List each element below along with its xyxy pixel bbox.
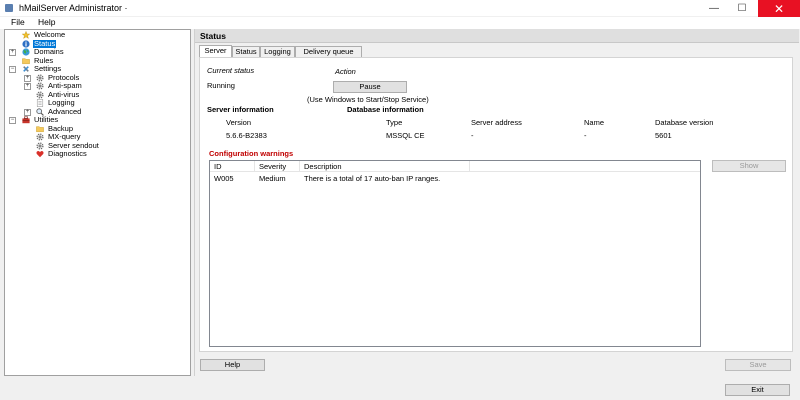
gear-icon xyxy=(36,82,44,90)
configuration-warnings-heading: Configuration warnings xyxy=(209,149,294,158)
title-bar: hMailServer Administrator · — ☐ ✕ xyxy=(0,0,800,17)
document-icon xyxy=(36,99,44,108)
gear-icon xyxy=(36,91,44,99)
folder-icon xyxy=(22,58,30,64)
server-address-label: Server address xyxy=(471,118,522,127)
server-address-value: - xyxy=(471,131,474,140)
expand-domains-toggle[interactable]: + xyxy=(9,49,16,56)
expand-antispam-toggle[interactable]: + xyxy=(24,83,31,90)
tab-logging[interactable]: Logging xyxy=(260,46,295,57)
minimize-button[interactable]: — xyxy=(700,0,728,17)
gear-icon xyxy=(36,133,44,141)
menu-file[interactable]: File xyxy=(11,17,25,27)
gear-icon xyxy=(36,142,44,150)
db-name-value: - xyxy=(584,131,587,140)
toolbox-icon xyxy=(22,116,30,124)
tools-icon xyxy=(23,66,29,73)
version-value: 5.6.6-B2383 xyxy=(226,131,267,140)
expand-protocols-toggle[interactable]: + xyxy=(24,74,31,82)
service-status-value: Running xyxy=(207,81,235,90)
current-status-label: Current status xyxy=(207,66,255,75)
tab-delivery-queue[interactable]: Delivery queue xyxy=(295,46,362,57)
collapse-settings-toggle[interactable]: − xyxy=(9,66,16,73)
folder-icon xyxy=(36,126,44,132)
exit-button[interactable]: Exit xyxy=(725,384,790,396)
help-button[interactable]: Help xyxy=(200,359,265,371)
navigation-tree: Welcome Status + Domains Rules − Setting… xyxy=(4,29,191,376)
db-version-value: 5601 xyxy=(655,131,672,140)
db-type-label: Type xyxy=(386,118,403,127)
window-title: hMailServer Administrator · xyxy=(19,3,128,13)
star-icon xyxy=(22,31,30,40)
warnings-list-header: ID Severity Description xyxy=(210,161,700,172)
db-type-value: MSSQL CE xyxy=(386,131,425,140)
collapse-utilities-toggle[interactable]: − xyxy=(9,117,16,124)
column-header-severity[interactable]: Severity xyxy=(255,161,300,172)
show-button[interactable]: Show xyxy=(712,160,786,172)
menu-bar: File Help xyxy=(0,17,800,29)
db-name-label: Name xyxy=(584,118,605,127)
version-label: Version xyxy=(226,118,252,127)
tree-label: Diagnostics xyxy=(48,149,87,158)
content-header: Status xyxy=(195,29,799,43)
pause-button[interactable]: Pause xyxy=(333,81,407,93)
warning-severity-cell: Medium xyxy=(259,174,286,183)
column-header-id[interactable]: ID xyxy=(210,161,255,172)
db-version-label: Database version xyxy=(655,118,714,127)
app-icon xyxy=(5,4,13,12)
tree-item-diagnostics[interactable]: Diagnostics xyxy=(36,149,88,159)
globe-icon xyxy=(22,48,30,56)
maximize-button[interactable]: ☐ xyxy=(728,0,756,17)
save-button[interactable]: Save xyxy=(725,359,791,371)
column-header-description[interactable]: Description xyxy=(300,161,470,172)
warning-description-cell: There is a total of 17 auto-ban IP range… xyxy=(304,174,441,183)
service-hint: (Use Windows to Start/Stop Service) xyxy=(307,95,429,104)
gear-icon xyxy=(36,74,44,82)
heart-icon xyxy=(36,151,44,158)
page-title: Status xyxy=(200,31,226,41)
database-information-heading: Database information xyxy=(347,105,424,114)
tab-status[interactable]: Status xyxy=(232,46,260,57)
warning-id-cell: W005 xyxy=(214,174,234,183)
content-panel: Status Server Status Logging Delivery qu… xyxy=(194,29,799,376)
close-button[interactable]: ✕ xyxy=(758,0,800,17)
menu-help[interactable]: Help xyxy=(38,17,55,27)
info-icon xyxy=(22,40,30,48)
action-label: Action xyxy=(335,67,356,76)
expand-advanced-toggle[interactable]: + xyxy=(24,108,31,116)
server-information-heading: Server information xyxy=(207,105,274,114)
warnings-list[interactable]: ID Severity Description W005 Medium Ther… xyxy=(209,160,701,347)
